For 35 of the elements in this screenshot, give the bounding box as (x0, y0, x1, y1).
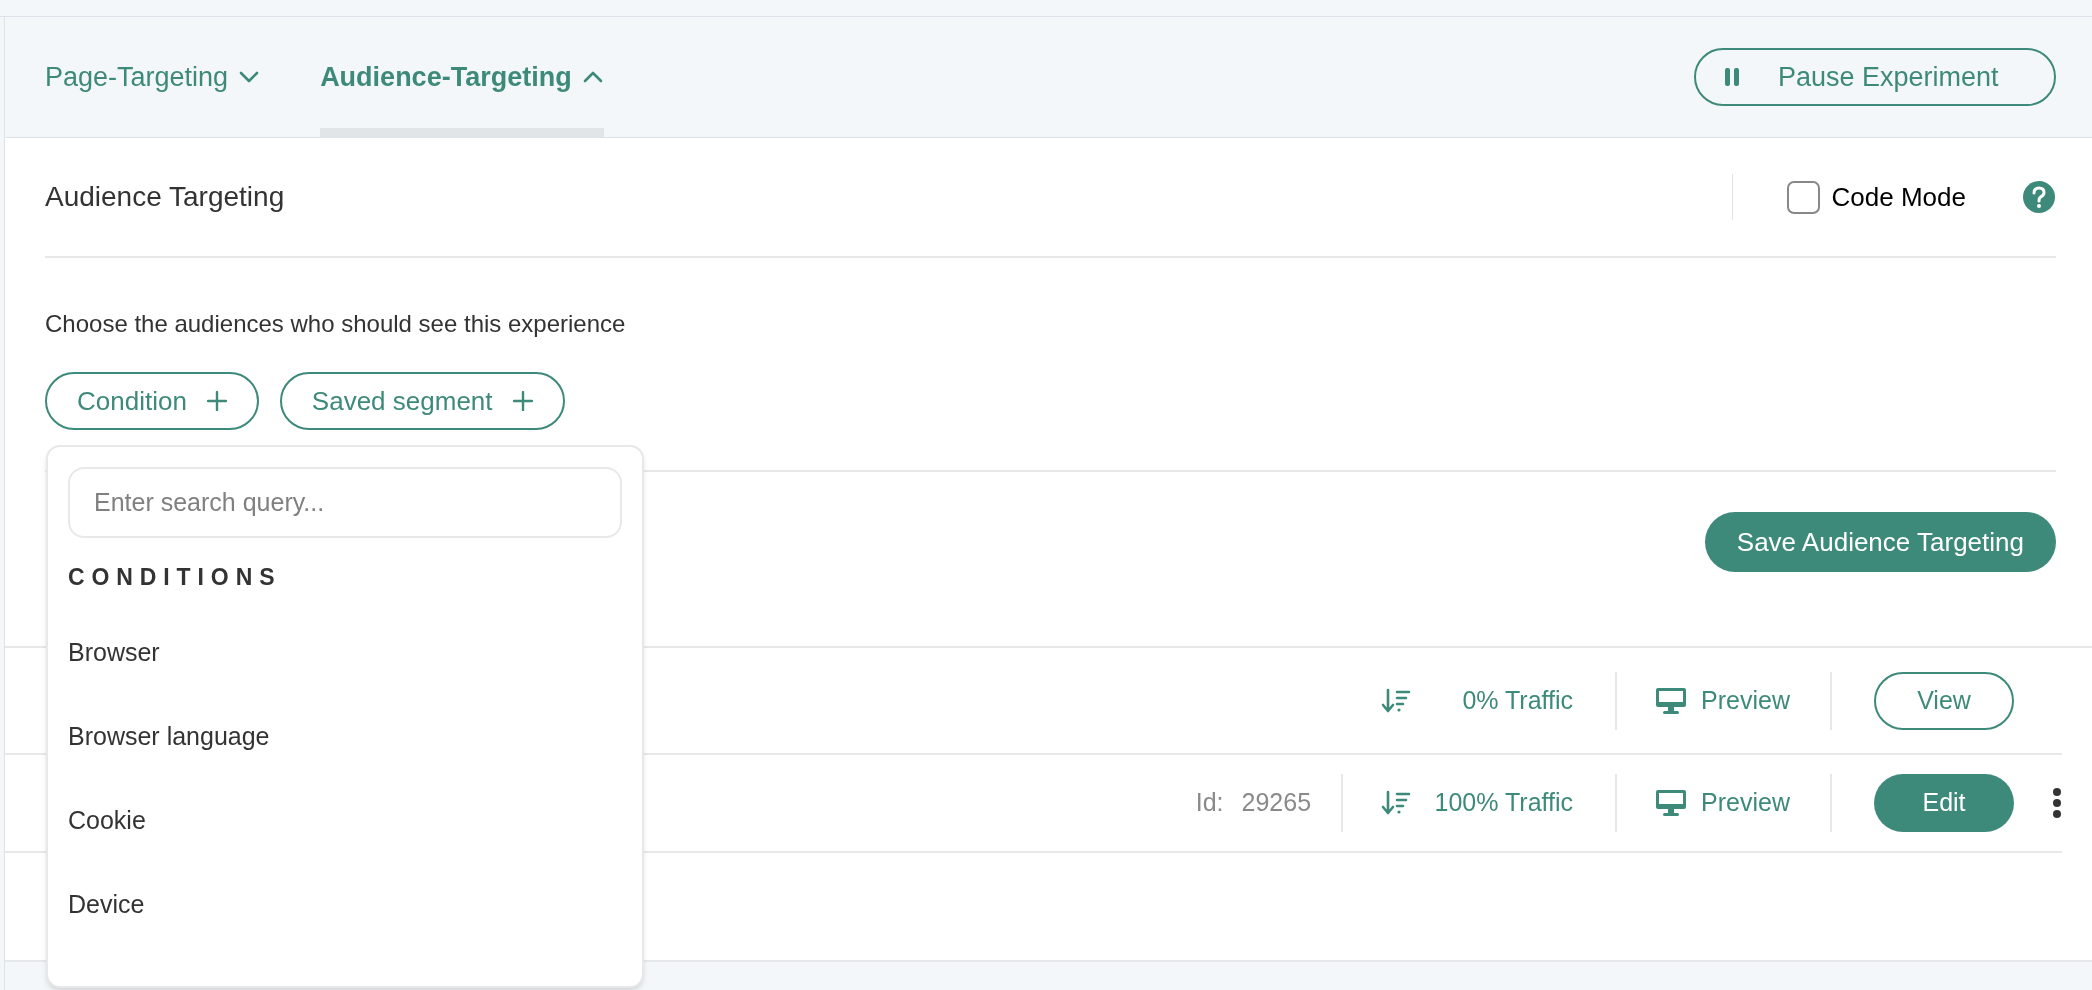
chevron-up-icon (581, 70, 604, 84)
help-icon[interactable] (2022, 180, 2056, 214)
code-mode-checkbox[interactable] (1786, 180, 1820, 214)
sort-icon (1381, 790, 1412, 816)
tab[interactable]: Audience-Targeting (320, 17, 604, 137)
conditions-heading: CONDITIONS (68, 563, 283, 592)
section-title: Audience Targeting (45, 180, 286, 214)
chevron-down-icon (238, 70, 261, 84)
preview-link[interactable]: Preview (1617, 774, 1832, 832)
add-button[interactable]: Saved segment (279, 372, 565, 430)
edit-button[interactable]: Edit (1874, 774, 2014, 832)
plus-icon (206, 391, 227, 411)
plus-icon (512, 391, 533, 411)
add-button[interactable]: Condition (45, 372, 259, 430)
description-text: Choose the audiences who should see this experience (45, 309, 627, 339)
code-mode-label: Code Mode (1831, 180, 1966, 214)
condition-item[interactable]: Cookie (68, 778, 622, 863)
monitor-icon (1655, 686, 1688, 715)
tab[interactable]: Page-Targeting (45, 17, 261, 137)
condition-item[interactable]: Browser language (68, 694, 622, 779)
traffic-text: 0% Traffic (1461, 684, 1574, 716)
condition-item[interactable]: Browser (68, 610, 622, 695)
id-label: Id: (1195, 787, 1224, 819)
condition-item[interactable]: Device (68, 862, 622, 947)
more-icon[interactable] (2052, 787, 2062, 819)
pause-icon (1724, 67, 1740, 87)
sort-icon (1381, 687, 1412, 714)
save-audience-targeting-button[interactable]: Save Audience Targeting (1704, 512, 2056, 572)
search-field[interactable]: Enter search query... (68, 467, 622, 538)
view-button[interactable]: View (1874, 671, 2014, 730)
id-value: 29265 (1241, 787, 1312, 819)
preview-link[interactable]: Preview (1617, 671, 1832, 730)
traffic-text: 100% Traffic (1433, 787, 1574, 819)
pause-experiment-button[interactable]: Pause Experiment (1694, 48, 2056, 106)
monitor-icon (1655, 789, 1688, 817)
